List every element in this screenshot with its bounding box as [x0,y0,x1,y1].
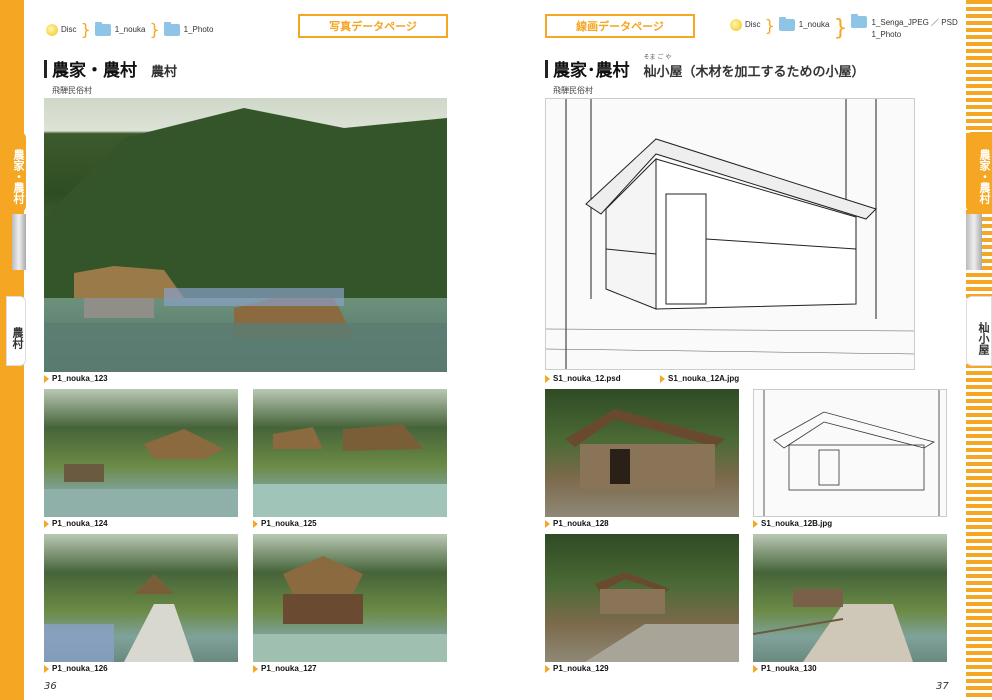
breadcrumb-item[interactable]: 1_Senga_JPEG ／ PSD [871,17,957,28]
heading-subtitle-desc: （木材を加工するための小屋） [682,65,865,80]
heading-title: 農家・農村 [52,61,137,81]
village-thumb-illustration [44,574,194,662]
breadcrumb-item[interactable]: Disc [745,20,761,29]
folder-icon [851,14,868,28]
village-illustration [44,108,447,372]
breadcrumb-item[interactable]: Disc [61,25,77,34]
right-side-divider [966,214,982,270]
brace-icon: } [764,16,775,35]
right-heading: 農家･農村 そま ご や 杣小屋（木材を加工するための小屋） [545,54,865,81]
hut-line-art [546,99,914,369]
right-side-tab-category[interactable]: 農家・農村 [966,132,992,212]
hut-photo-illustration [585,572,739,662]
photo-caption: P1_nouka_127 [253,664,317,673]
photo-caption: P1_nouka_125 [253,519,317,528]
left-side-tab-category[interactable]: 農家・農村 [4,132,26,212]
page-number: 36 [44,681,57,692]
breadcrumb-item[interactable]: 1_Photo [871,30,901,39]
photo-caption: P1_nouka_130 [753,664,817,673]
heading-subtitle: 農村 [151,65,178,80]
photo-caption: P1_nouka_129 [545,664,609,673]
heading-title: 農家･農村 [553,61,630,81]
photo-thumb[interactable] [545,534,739,662]
line-art-caption: S1_nouka_12.psd [545,374,621,383]
line-art-main[interactable] [545,98,915,370]
brace-icon: } [833,16,848,41]
left-breadcrumb: Disc } 1_nouka } 1_Photo [46,20,213,39]
left-side-tab-label: 農家・農村 [12,148,25,204]
breadcrumb-branch-row: 1_Photo [851,30,957,39]
page-number: 37 [936,681,949,692]
breadcrumb-branch: 1_Senga_JPEG ／ PSD 1_Photo [851,14,958,39]
photo-thumb[interactable] [545,389,739,517]
heading-bar [545,59,548,78]
breadcrumb-item[interactable]: 1_nouka [799,20,830,29]
village-thumb-illustration [44,429,238,517]
brace-icon: } [80,20,91,39]
hut-line-art-thumb [763,390,940,516]
hut-photo-illustration [565,409,725,489]
right-side-tab-label: 農家・農村 [978,148,991,204]
breadcrumb-item[interactable]: 1_nouka [115,25,146,34]
left-page-label: 写真データページ [298,14,448,38]
disc-icon [46,23,58,36]
right-side-tab-sub[interactable]: 杣小屋 [966,296,992,366]
photo-caption: P1_nouka_126 [44,664,108,673]
breadcrumb-item[interactable]: 1_Photo [184,25,214,34]
heading-bar [44,59,47,78]
line-art-caption: S1_nouka_12A.jpg [660,374,739,383]
photo-caption: P1_nouka_128 [545,519,609,528]
location-label: 飛騨民俗村 [553,86,593,95]
disc-icon [730,19,742,31]
photo-thumb[interactable] [753,534,947,662]
heading-subtitle: 杣小屋 [643,65,683,80]
photo-thumb[interactable] [44,534,238,662]
left-side-divider [12,214,26,270]
right-side-tab-sub-label: 杣小屋 [977,321,990,355]
folder-icon [163,21,180,36]
photo-thumb[interactable] [44,389,238,517]
folder-icon [778,17,795,31]
heading-subtitle-group: そま ご や 杣小屋（木材を加工するための小屋） [643,54,865,80]
photo-thumb[interactable] [253,534,447,662]
left-side-tab-sub-label: 農村 [11,327,24,349]
photo-caption: P1_nouka_123 [44,374,108,383]
photo-caption: P1_nouka_124 [44,519,108,528]
folder-icon [94,21,111,36]
left-heading: 農家・農村 農村 [44,56,177,81]
brace-icon: } [149,20,160,39]
location-label: 飛騨民俗村 [52,86,92,95]
line-art-thumb[interactable] [753,389,947,517]
breadcrumb-branch-row: 1_Senga_JPEG ／ PSD [851,14,958,28]
photo-main[interactable] [44,98,447,372]
photo-caption: S1_nouka_12B.jpg [753,519,832,528]
heading-ruby: そま ご や [643,54,672,61]
village-thumb-illustration [253,424,447,517]
right-breadcrumb: Disc } 1_nouka } 1_Senga_JPEG ／ PSD 1_Ph… [730,14,958,41]
left-side-tab-sub[interactable]: 農村 [6,296,26,366]
village-thumb-illustration [253,556,447,662]
photo-thumb[interactable] [253,389,447,517]
forest-photo-illustration [753,589,913,662]
right-page-label: 線画データページ [545,14,695,38]
book-spread: 農家・農村 農村 農家・農村 杣小屋 Disc } 1_nouka } 1_Ph… [0,0,992,700]
